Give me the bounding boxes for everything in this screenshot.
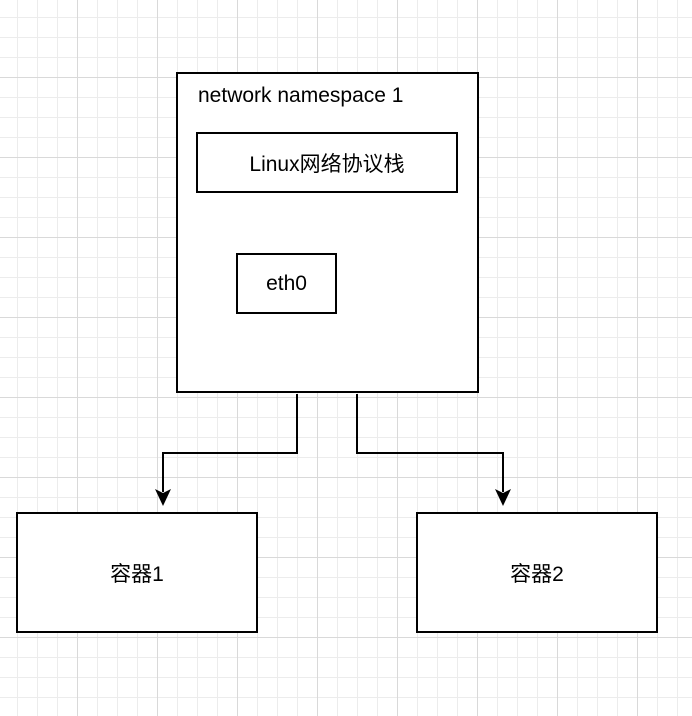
container-1-box: 容器1: [16, 512, 258, 633]
ns-to-container1-arrow: [155, 394, 298, 506]
network-namespace-title: network namespace 1: [198, 84, 404, 107]
ns-to-container2-arrow: [356, 394, 511, 506]
container-1-label: 容器1: [110, 562, 164, 586]
container-2-label: 容器2: [510, 562, 564, 586]
eth0-label: eth0: [266, 271, 307, 295]
linux-network-stack-box: Linux网络协议栈: [196, 132, 458, 193]
eth0-interface-box: eth0: [236, 253, 337, 314]
network-namespace-box: network namespace 1: [176, 72, 479, 393]
container-2-box: 容器2: [416, 512, 658, 633]
diagram-canvas: network namespace 1 Linux网络协议栈 eth0 容器1 …: [0, 0, 692, 716]
linux-network-stack-label: Linux网络协议栈: [249, 152, 405, 176]
